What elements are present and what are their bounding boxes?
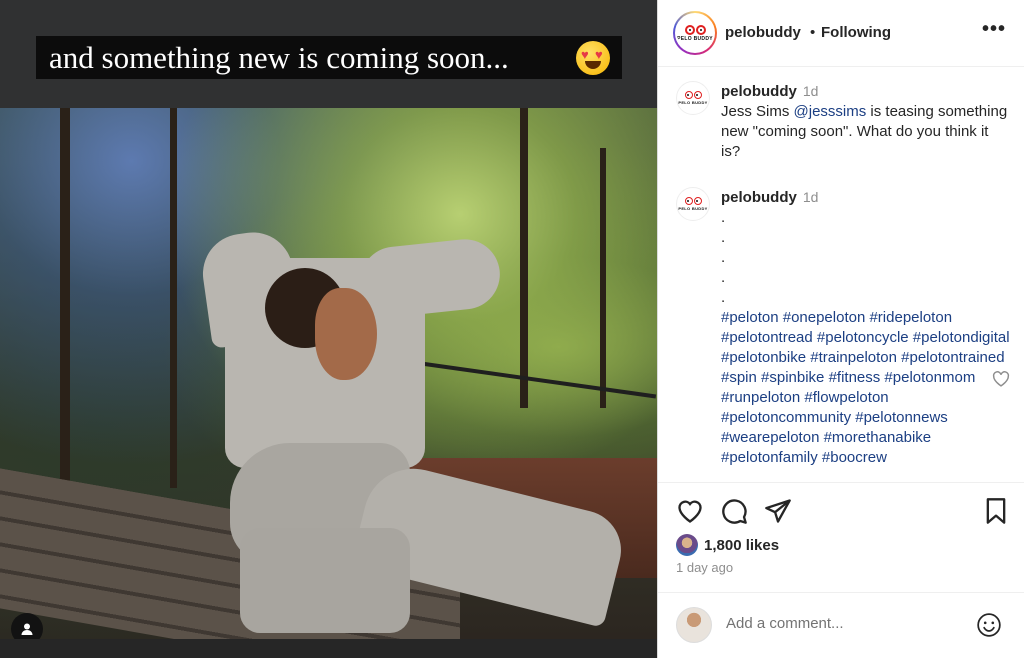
comments-list[interactable]: PELO BUDDY pelobuddy 1d Jess Sims @jesssi…: [658, 67, 1024, 482]
comment-username[interactable]: pelobuddy: [721, 83, 797, 100]
author-avatar[interactable]: PELO BUDDY: [673, 11, 717, 55]
dot-line: .: [721, 269, 726, 286]
liker-avatar[interactable]: [676, 534, 698, 556]
following-button[interactable]: Following: [821, 24, 891, 41]
dot-line: .: [721, 209, 726, 226]
comment-time: 1d: [802, 189, 819, 205]
likes-row[interactable]: 1,800 likes: [676, 533, 779, 557]
comment-bubble-icon[interactable]: [720, 497, 748, 525]
like-comment-heart-icon[interactable]: [992, 371, 1010, 392]
hashtag-comment: PELO BUDDY pelobuddy 1d . . . . . #peloto…: [658, 185, 1024, 482]
current-user-avatar[interactable]: [676, 607, 712, 643]
post-header: PELO BUDDY pelobuddy • Following •••: [658, 0, 1024, 67]
more-options-icon[interactable]: •••: [982, 18, 1006, 41]
like-heart-icon[interactable]: [676, 497, 704, 525]
comment-avatar[interactable]: PELO BUDDY: [676, 187, 710, 221]
comment-text: Jess Sims: [721, 103, 794, 120]
comment-time: 1d: [802, 83, 819, 99]
pelobuddy-logo-icon: PELO BUDDY: [677, 82, 709, 114]
action-bar: 1,800 likes 1 day ago: [658, 482, 1024, 592]
add-comment-bar: [658, 592, 1024, 658]
post-photo: [0, 108, 657, 658]
comment-body: pelobuddy 1d . . . . . #peloton #onepelot…: [721, 187, 1011, 468]
dot-line: .: [721, 289, 726, 306]
post-timestamp: 1 day ago: [676, 560, 734, 575]
pelobuddy-logo-icon: PELO BUDDY: [677, 188, 709, 220]
comment-input[interactable]: [726, 615, 956, 632]
author-username[interactable]: pelobuddy: [725, 24, 801, 41]
comment-avatar[interactable]: PELO BUDDY: [676, 81, 710, 115]
likes-count[interactable]: 1,800 likes: [704, 537, 779, 554]
comment-username[interactable]: pelobuddy: [721, 189, 797, 206]
heart-eyes-emoji-icon: ♥ ♥: [576, 41, 610, 75]
comment-body: pelobuddy 1d Jess Sims @jesssims is teasi…: [721, 81, 1011, 162]
dot-line: .: [721, 249, 726, 266]
save-bookmark-icon[interactable]: [984, 497, 1012, 525]
caption-overlay: and something new is coming soon... ♥ ♥: [36, 36, 622, 79]
post-media[interactable]: and something new is coming soon... ♥ ♥: [0, 0, 657, 658]
emoji-smiley-icon[interactable]: [976, 612, 1002, 638]
caption-overlay-text: and something new is coming soon...: [49, 40, 509, 75]
dot-line: .: [721, 229, 726, 246]
mention-link[interactable]: @jesssims: [794, 103, 867, 120]
post-sidebar: PELO BUDDY pelobuddy • Following ••• PEL…: [657, 0, 1024, 658]
header-separator: •: [810, 24, 816, 41]
caption-comment: PELO BUDDY pelobuddy 1d Jess Sims @jesssi…: [658, 79, 1024, 169]
hashtags[interactable]: #peloton #onepeloton #ridepeloton #pelot…: [721, 309, 1010, 466]
share-paper-plane-icon[interactable]: [764, 497, 792, 525]
pelobuddy-logo-icon: PELO BUDDY: [677, 15, 713, 51]
